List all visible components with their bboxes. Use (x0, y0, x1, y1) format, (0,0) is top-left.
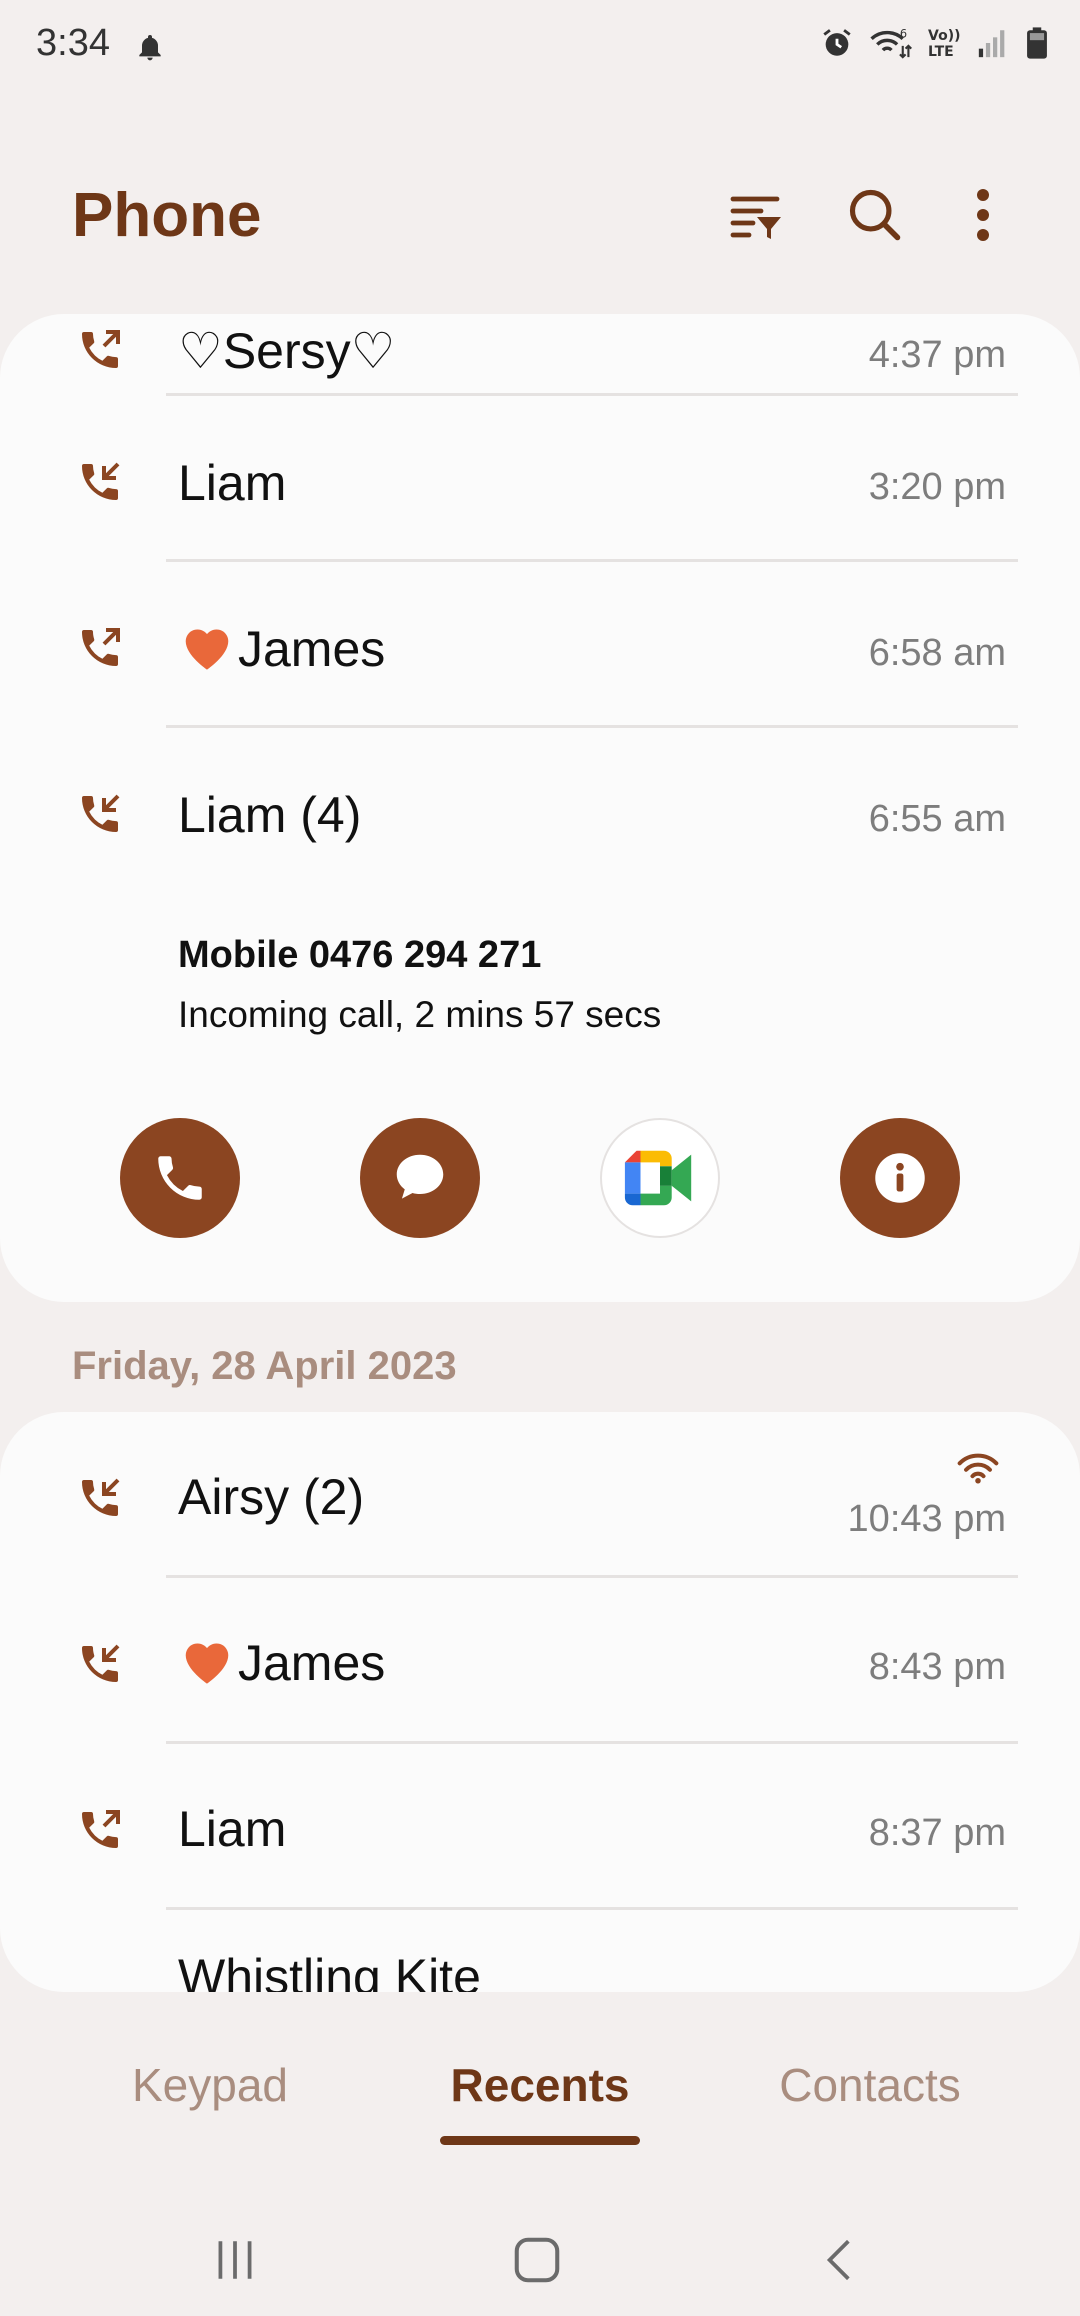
tab-contacts[interactable]: Contacts (750, 2058, 990, 2112)
bell-icon (139, 35, 161, 61)
call-time: 6:58 am (868, 632, 1006, 674)
volte-icon: Vo)) LTE (928, 28, 960, 60)
outgoing-call-icon (82, 628, 120, 666)
call-time: 4:37 pm (868, 334, 1006, 376)
google-meet-icon (624, 1150, 692, 1206)
call-log-row[interactable]: Airsy (2) 10:43 pm (0, 1412, 1080, 1578)
incoming-call-icon (82, 462, 120, 500)
incoming-call-icon (82, 1478, 120, 1516)
message-icon (396, 1154, 444, 1199)
contact-name[interactable]: Whistling Kite (178, 1948, 481, 1992)
page-title: Phone (72, 181, 262, 250)
call-log-row[interactable]: Liam 3:20 pm (0, 396, 1080, 562)
more-options-button[interactable] (948, 180, 1018, 250)
outgoing-call-icon (82, 1810, 120, 1848)
home-button[interactable] (497, 2220, 577, 2300)
call-time: 8:43 pm (868, 1646, 1006, 1688)
tab-keypad[interactable]: Keypad (100, 2058, 320, 2112)
search-icon (849, 189, 901, 241)
incoming-call-icon (82, 794, 120, 832)
recents-today-card: ♡Sersy♡ 4:37 pm Liam 3:20 pm James 6:58 … (0, 314, 1080, 1302)
status-bar: 3:34 6 Vo)) LTE (0, 0, 1080, 96)
recent-apps-icon (218, 2241, 252, 2279)
tab-recents[interactable]: Recents (440, 2058, 640, 2145)
svg-text:6: 6 (900, 26, 907, 40)
call-log-row[interactable]: James 8:43 pm (0, 1578, 1080, 1744)
call-button[interactable] (120, 1118, 240, 1238)
contact-name: ♡Sersy♡ (178, 323, 396, 379)
details-button[interactable] (840, 1118, 960, 1238)
call-detail-description: Incoming call, 2 mins 57 secs (178, 994, 662, 1035)
call-log-row[interactable]: Liam 8:37 pm (0, 1744, 1080, 1910)
wifi-call-icon (957, 1453, 999, 1484)
contact-name: Liam (178, 1801, 287, 1857)
message-button[interactable] (360, 1118, 480, 1238)
call-time: 8:37 pm (868, 1812, 1006, 1854)
battery-icon (1027, 27, 1047, 59)
contact-name: Liam (4) (178, 787, 362, 843)
outgoing-call-icon (82, 330, 120, 368)
video-call-button[interactable] (600, 1118, 720, 1238)
recents-friday-card: Airsy (2) 10:43 pm James 8:43 pm Liam 8:… (0, 1412, 1080, 1992)
heart-emoji-icon (185, 1643, 229, 1684)
signal-icon (978, 30, 1005, 58)
svg-text:Vo)): Vo)) (928, 28, 960, 44)
wifi-calling-icon: 6 (870, 26, 912, 59)
status-time: 3:34 (36, 22, 110, 64)
system-navigation-bar (0, 2200, 1080, 2316)
contact-name: James (178, 1634, 385, 1692)
call-time: 3:20 pm (868, 466, 1006, 508)
date-section-header: Friday, 28 April 2023 (72, 1344, 457, 1388)
filter-button[interactable] (720, 180, 790, 250)
info-icon (875, 1153, 925, 1203)
contact-name: Liam (178, 455, 287, 511)
bottom-tab-bar: Keypad Recents Contacts (0, 2040, 1080, 2160)
call-time: 6:55 am (868, 798, 1006, 840)
filter-icon (730, 196, 781, 239)
incoming-call-icon (82, 1644, 120, 1682)
more-options-icon (977, 189, 989, 241)
contact-name: Airsy (2) (178, 1469, 365, 1525)
search-button[interactable] (840, 180, 910, 250)
call-detail-number: Mobile 0476 294 271 (178, 934, 542, 976)
divider (166, 1907, 1018, 1910)
back-icon (826, 2239, 850, 2281)
call-time: 10:43 pm (847, 1498, 1006, 1540)
call-icon (158, 1156, 202, 1200)
alarm-icon (823, 29, 851, 56)
back-button[interactable] (800, 2220, 880, 2300)
svg-text:LTE: LTE (928, 44, 954, 60)
call-log-row[interactable]: James 6:58 am (0, 562, 1080, 728)
active-tab-indicator (440, 2136, 640, 2145)
contact-name: James (178, 620, 385, 678)
heart-emoji-icon (185, 629, 229, 670)
call-log-row[interactable]: ♡Sersy♡ 4:37 pm (0, 314, 1080, 396)
recent-apps-button[interactable] (195, 2220, 275, 2300)
home-icon (514, 2237, 560, 2283)
